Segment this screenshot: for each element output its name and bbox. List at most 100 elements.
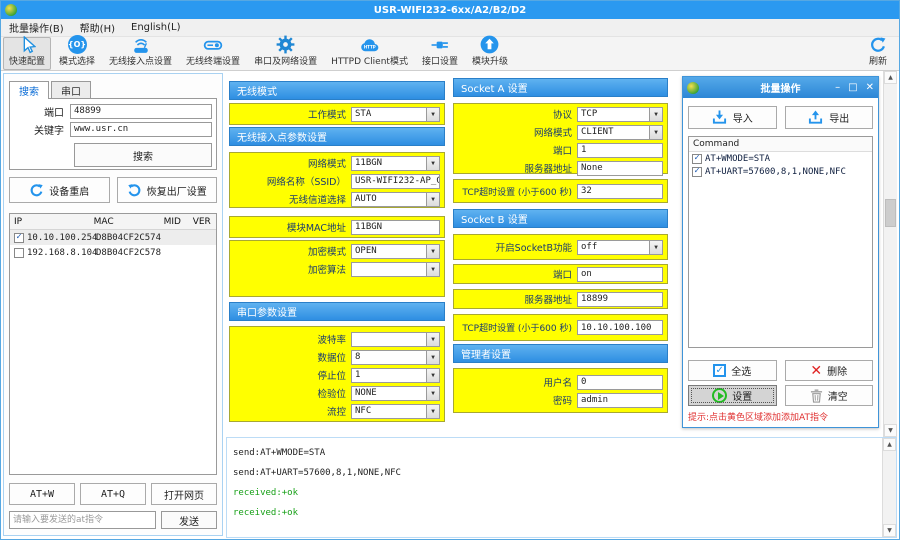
select-all-button[interactable]: ✓ 全选 — [688, 360, 777, 381]
socket-a-server-label: 服务器地址 — [458, 161, 577, 175]
port-input[interactable]: 48899 — [70, 104, 212, 119]
toolbar-wireless-terminal-settings[interactable]: 无线终端设置 — [180, 37, 246, 70]
socket-a-server-input[interactable]: None — [577, 161, 663, 176]
password-input[interactable]: admin — [577, 393, 663, 408]
net-mode-select[interactable]: 11BGN▼ — [351, 156, 440, 171]
socket-a-netmode-value: CLIENT — [581, 127, 614, 137]
close-icon[interactable]: ✕ — [866, 82, 874, 93]
socket-b-server-input[interactable]: 18899 — [577, 292, 663, 307]
log-area[interactable]: send:AT+WMODE=STA send:AT+UART=57600,8,1… — [226, 437, 897, 538]
enc-algo-select[interactable]: ▼ — [351, 262, 440, 277]
batch-title-bar[interactable]: 批量操作 – □ ✕ — [683, 77, 878, 98]
ssid-input[interactable]: USR-WIFI232-AP_C574 — [351, 174, 440, 189]
command-item[interactable]: AT+UART=57600,8,1,NONE,NFC — [689, 165, 872, 178]
panel-scrollbar[interactable]: ▲ ▼ — [883, 71, 897, 437]
delete-button[interactable]: ✕ 删除 — [785, 360, 874, 381]
toolbar-httpd-client-mode[interactable]: HTTP HTTPD Client模式 — [325, 37, 414, 70]
scroll-down-icon[interactable]: ▼ — [884, 424, 897, 437]
stopbits-select[interactable]: 1▼ — [351, 368, 440, 383]
socket-b-enable-select[interactable]: off▼ — [577, 240, 663, 255]
table-row[interactable]: 192.168.8.104 D8B04CF2C578 — [10, 245, 216, 260]
set-label: 设置 — [732, 388, 752, 403]
tab-search[interactable]: 搜索 — [9, 81, 49, 99]
command-list-header: Command — [689, 137, 872, 152]
keyword-input[interactable]: www.usr.cn — [70, 122, 212, 137]
factory-reset-button[interactable]: 恢复出厂设置 — [117, 177, 218, 203]
socket-a-port-label: 端口 — [458, 143, 577, 157]
table-row[interactable]: 10.10.100.254 D8B04CF2C574 — [10, 230, 216, 245]
admin-box: 用户名 0 密码 admin — [453, 368, 668, 413]
wireless-ap-icon — [132, 36, 150, 54]
toolbar-wireless-ap-settings[interactable]: 无线接入点设置 — [103, 37, 178, 70]
scroll-down-icon[interactable]: ▼ — [883, 524, 896, 537]
row-checkbox[interactable] — [14, 248, 24, 258]
socket-a-netmode-select[interactable]: CLIENT▼ — [577, 125, 663, 140]
enc-mode-select[interactable]: OPEN▼ — [351, 244, 440, 259]
socket-a-netmode-label: 网络模式 — [458, 125, 577, 139]
maximize-icon[interactable]: □ — [848, 82, 857, 93]
flowctrl-select[interactable]: NFC▼ — [351, 404, 440, 419]
at-command-input[interactable] — [9, 511, 156, 529]
at-w-button[interactable]: AT+W — [9, 483, 75, 505]
left-tabs: 搜索 串口 — [9, 81, 217, 98]
baud-select[interactable]: ▼ — [351, 332, 440, 347]
databits-value: 8 — [355, 352, 360, 362]
channel-select[interactable]: AUTO▼ — [351, 192, 440, 207]
device-reboot-button[interactable]: 设备重启 — [9, 177, 110, 203]
channel-value: AUTO — [355, 194, 377, 204]
toolbar-serial-network-settings[interactable]: 串口及网络设置 — [248, 37, 323, 70]
parity-select[interactable]: NONE▼ — [351, 386, 440, 401]
set-button[interactable]: 设置 — [688, 385, 777, 406]
menu-help[interactable]: 帮助(H) — [72, 19, 123, 36]
stopbits-value: 1 — [355, 370, 360, 380]
toolbar-label: 模式选择 — [59, 54, 95, 67]
minimize-icon[interactable]: – — [835, 82, 840, 93]
search-panel: 搜索 串口 端口 48899 关键字 www.usr.cn 搜索 — [3, 73, 223, 536]
command-item[interactable]: AT+WMODE=STA — [689, 152, 872, 165]
toolbar-interface-settings[interactable]: 接口设置 — [416, 37, 464, 70]
chevron-down-icon: ▼ — [426, 157, 439, 170]
select-all-label: 全选 — [731, 363, 751, 378]
module-mac-input[interactable]: 11BGN — [351, 220, 440, 235]
socket-a-port-input[interactable]: 1 — [577, 143, 663, 158]
menu-english[interactable]: English(L) — [123, 19, 188, 36]
protocol-select[interactable]: TCP▼ — [577, 107, 663, 122]
toolbar: 快速配置 {O} 模式选择 无线接入点设置 无线终端设置 串口及网络设置 — [1, 37, 899, 71]
toolbar-mode-select[interactable]: {O} 模式选择 — [53, 37, 101, 70]
delete-label: 删除 — [827, 363, 847, 378]
col-mid: MID — [164, 217, 193, 227]
at-q-button[interactable]: AT+Q — [80, 483, 146, 505]
factory-reset-label: 恢复出厂设置 — [147, 183, 207, 198]
upgrade-arrow-icon — [480, 35, 499, 54]
send-button[interactable]: 发送 — [161, 511, 217, 529]
protocol-label: 协议 — [458, 107, 577, 121]
work-mode-value: STA — [355, 109, 371, 119]
scrollbar-thumb[interactable] — [885, 199, 896, 227]
socket-a-timeout-input[interactable]: 32 — [577, 184, 663, 199]
import-button[interactable]: 导入 — [688, 106, 777, 129]
log-scrollbar[interactable]: ▲ ▼ — [882, 438, 896, 537]
module-mac-label: 模块MAC地址 — [234, 220, 351, 234]
toolbar-module-upgrade[interactable]: 模块升级 — [466, 37, 514, 70]
stopbits-label: 停止位 — [234, 368, 351, 382]
search-button[interactable]: 搜索 — [74, 143, 212, 167]
toolbar-quick-config[interactable]: 快速配置 — [3, 37, 51, 70]
socket-b-port-input[interactable]: on — [577, 267, 663, 282]
work-mode-select[interactable]: STA▼ — [351, 107, 440, 122]
row-checkbox[interactable] — [14, 233, 24, 243]
scroll-up-icon[interactable]: ▲ — [884, 71, 897, 84]
socket-b-timeout-input[interactable]: 10.10.100.100 — [577, 320, 663, 335]
username-input[interactable]: 0 — [577, 375, 663, 390]
clear-button[interactable]: 清空 — [785, 385, 874, 406]
menu-batch-operation[interactable]: 批量操作(B) — [1, 19, 72, 36]
open-webpage-button[interactable]: 打开网页 — [151, 483, 217, 505]
toolbar-refresh[interactable]: 刷新 — [863, 37, 893, 70]
databits-select[interactable]: 8▼ — [351, 350, 440, 365]
command-checkbox[interactable] — [692, 154, 702, 164]
tab-serial[interactable]: 串口 — [51, 81, 91, 98]
command-checkbox[interactable] — [692, 167, 702, 177]
scroll-up-icon[interactable]: ▲ — [883, 438, 896, 451]
chevron-down-icon: ▼ — [426, 263, 439, 276]
section-header-socket-a: Socket A 设置 — [453, 78, 668, 97]
export-button[interactable]: 导出 — [785, 106, 874, 129]
